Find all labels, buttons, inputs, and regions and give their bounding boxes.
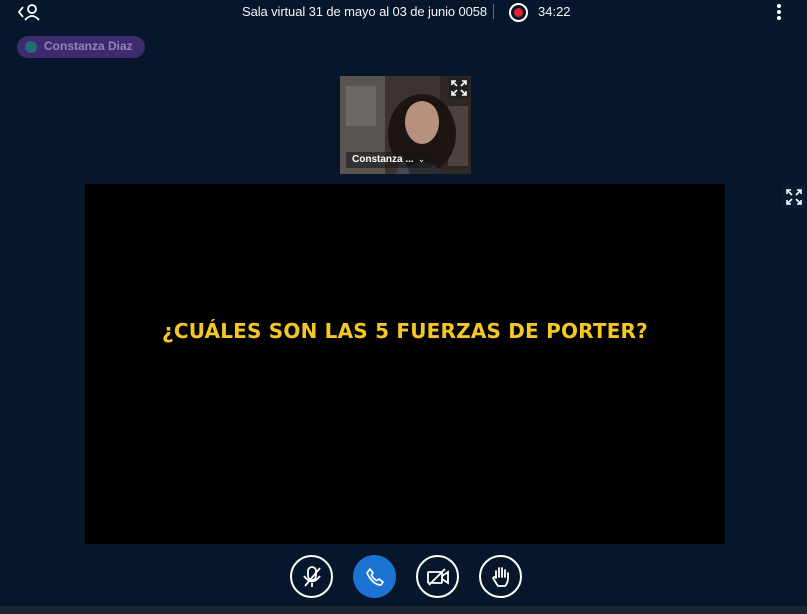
- meeting-title: Sala virtual 31 de mayo al 03 de junio 0…: [242, 4, 488, 19]
- leave-audio-button[interactable]: [353, 555, 396, 598]
- recording-time: 34:22: [538, 4, 571, 19]
- dot: [777, 16, 781, 20]
- talker-avatar-dot: [25, 41, 37, 53]
- slide-heading: ¿CUÁLES SON LAS 5 FUERZAS DE PORTER?: [162, 319, 648, 343]
- share-webcam-button[interactable]: [416, 555, 459, 598]
- expand-icon: [786, 189, 802, 205]
- recording-dot-icon: [514, 8, 523, 17]
- phone-icon: [365, 567, 384, 586]
- talker-name: Constanza Diaz: [44, 39, 133, 53]
- webcam-fullscreen-button[interactable]: [449, 78, 469, 98]
- talking-indicator[interactable]: Constanza Diaz: [17, 36, 145, 58]
- vertical-dots-icon: [777, 4, 781, 8]
- bottom-edge: [0, 606, 807, 614]
- camera-off-icon: [426, 567, 449, 586]
- webcam-user-dropdown[interactable]: Constanza ... ⌄: [346, 152, 432, 168]
- raise-hand-icon: [491, 566, 509, 587]
- webcam-video-tile[interactable]: Constanza ... ⌄: [340, 76, 471, 174]
- top-bar: Sala virtual 31 de mayo al 03 de junio 0…: [0, 0, 807, 26]
- presentation-fullscreen-button[interactable]: [783, 186, 805, 208]
- chevron-down-icon: ⌄: [417, 154, 426, 164]
- user-list-icon: [17, 4, 40, 21]
- dot: [777, 10, 781, 14]
- expand-icon: [449, 78, 469, 98]
- webcam-user-name: Constanza ...: [352, 154, 414, 165]
- presentation-slide: ¿CUÁLES SON LAS 5 FUERZAS DE PORTER?: [85, 184, 725, 544]
- options-menu-button[interactable]: [771, 3, 787, 23]
- raise-hand-button[interactable]: [479, 555, 522, 598]
- action-bar: [0, 548, 807, 606]
- recording-indicator-button[interactable]: [509, 3, 528, 22]
- unmute-microphone-button[interactable]: [290, 555, 333, 598]
- microphone-muted-icon: [302, 565, 321, 587]
- divider: [493, 4, 494, 19]
- conference-app: Sala virtual 31 de mayo al 03 de junio 0…: [0, 0, 807, 614]
- user-list-toggle-button[interactable]: [16, 3, 42, 23]
